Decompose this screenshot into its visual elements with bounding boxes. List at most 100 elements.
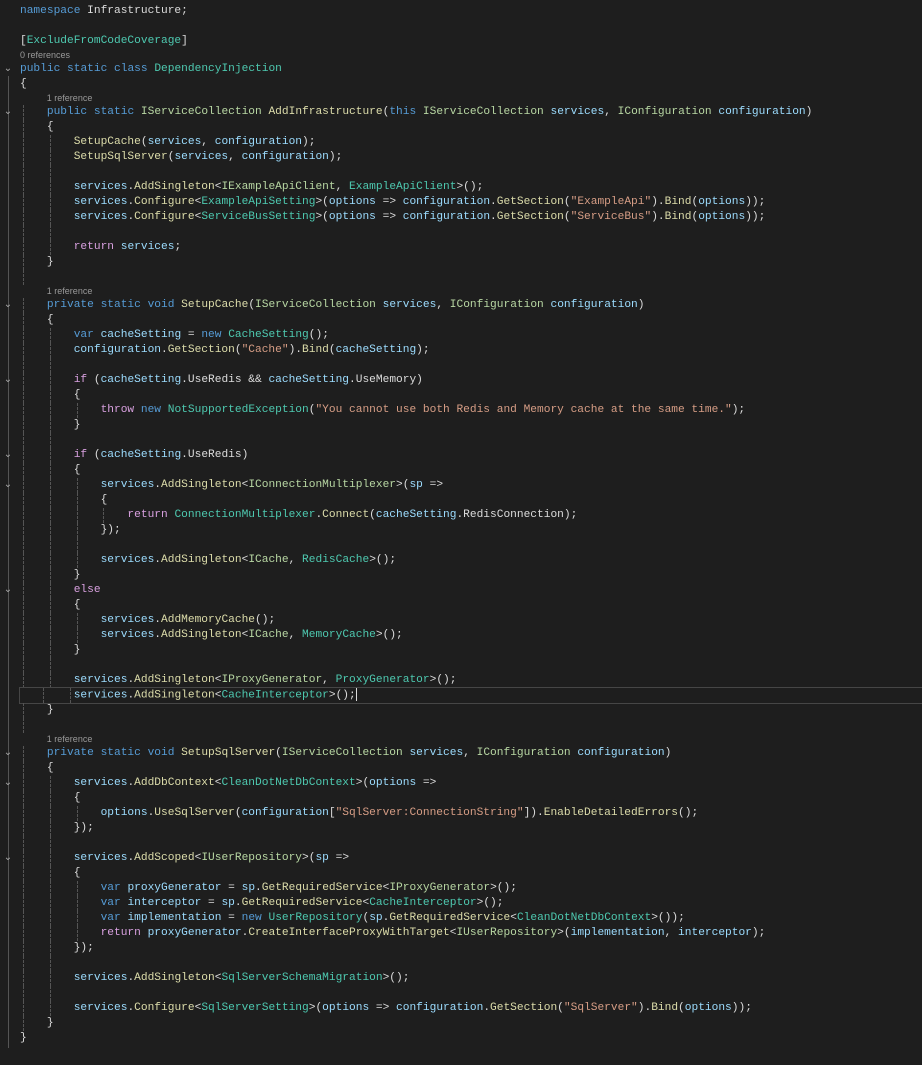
indent-guide <box>23 195 24 210</box>
code-token: sp <box>409 479 423 491</box>
code-token: options <box>328 196 376 208</box>
code-token: = <box>201 897 222 909</box>
code-token: IServiceCollection <box>255 299 376 311</box>
code-line: services.Configure<SqlServerSetting>(opt… <box>0 1001 922 1016</box>
codelens-references[interactable]: 0 references <box>0 49 922 62</box>
code-token: void <box>147 747 175 759</box>
indent-guide <box>49 210 51 225</box>
code-token: ); <box>416 344 430 356</box>
code-token: GetSection <box>496 211 564 223</box>
indent-guide <box>23 1016 24 1031</box>
code-token: services <box>174 151 229 163</box>
indent-guide <box>23 358 24 373</box>
indent-guide <box>23 986 24 1001</box>
code-token: ICache <box>248 554 289 566</box>
code-token: }); <box>20 524 121 536</box>
code-token: ExampleApiSetting <box>201 196 316 208</box>
code-token: . <box>154 554 162 566</box>
fold-chevron-icon[interactable]: ⌄ <box>2 478 14 493</box>
code-token: "ExampleApi" <box>570 196 652 208</box>
indent-guide <box>49 240 51 255</box>
code-token: }); <box>20 942 94 954</box>
indent-guide <box>76 613 78 628</box>
code-token: Configure <box>134 196 195 208</box>
indent-guide <box>23 523 24 538</box>
code-line: services.Configure<ServiceBusSetting>(op… <box>0 210 922 225</box>
indent-guide <box>23 761 24 776</box>
indent-guide <box>49 373 51 388</box>
code-token: .UseRedis) <box>181 449 249 461</box>
code-token: ( <box>234 807 242 819</box>
code-line: services.AddSingleton<SqlServerSchemaMig… <box>0 971 922 986</box>
fold-chevron-icon[interactable]: ⌄ <box>2 746 14 761</box>
indent-guide <box>49 836 51 851</box>
code-line: services.AddSingleton<IProxyGenerator, P… <box>0 673 922 688</box>
fold-chevron-icon[interactable]: ⌄ <box>2 776 14 791</box>
code-token: , <box>201 136 215 148</box>
code-line: { <box>0 598 922 613</box>
code-token: configuration <box>402 211 491 223</box>
code-token: IConfiguration <box>617 106 712 118</box>
code-token: , <box>335 181 350 193</box>
indent-guide <box>76 628 78 643</box>
indent-guide <box>76 538 78 553</box>
indent-guide <box>49 225 51 240</box>
indent-guide <box>23 255 24 270</box>
code-token: >(); <box>456 181 484 193</box>
indent-guide <box>49 508 51 523</box>
fold-chevron-icon[interactable]: ⌄ <box>2 851 14 866</box>
codelens-references[interactable]: 1 reference <box>0 733 922 746</box>
code-token: "You cannot use both Redis and Memory ca… <box>315 404 732 416</box>
code-token: = <box>221 882 242 894</box>
indent-guide <box>49 195 51 210</box>
code-line: services.AddSingleton<CacheInterceptor>(… <box>19 687 922 704</box>
code-token: options <box>698 211 746 223</box>
code-token: NotSupportedException <box>167 404 309 416</box>
code-editor[interactable]: namespace Infrastructure; [ExcludeFromCod… <box>0 4 922 1046</box>
code-token: IProxyGenerator <box>221 674 323 686</box>
indent-guide <box>49 881 51 896</box>
indent-guide <box>49 553 51 568</box>
code-token: services <box>100 629 155 641</box>
code-token: sp <box>369 912 383 924</box>
code-token: ). <box>651 211 665 223</box>
code-token: CacheSetting <box>228 329 309 341</box>
code-line: if (cacheSetting.UseRedis) ⌄ <box>0 448 922 463</box>
fold-chevron-icon[interactable]: ⌄ <box>2 448 14 463</box>
indent-guide <box>23 448 24 463</box>
code-token: "Cache" <box>241 344 289 356</box>
code-token: >(); <box>429 674 457 686</box>
codelens-references[interactable]: 1 reference <box>0 92 922 105</box>
code-line: }); <box>0 523 922 538</box>
indent-guide <box>23 613 24 628</box>
codelens-references[interactable]: 1 reference <box>0 285 922 298</box>
fold-chevron-icon[interactable]: ⌄ <box>2 62 14 77</box>
code-line: { <box>0 463 922 478</box>
fold-chevron-icon[interactable]: ⌄ <box>2 373 14 388</box>
code-token: CleanDotNetDbContext <box>221 777 356 789</box>
fold-chevron-icon[interactable]: ⌄ <box>2 298 14 313</box>
code-line: services.AddScoped<IUserRepository>(sp =… <box>0 851 922 866</box>
indent-guide <box>23 956 24 971</box>
code-token: cacheSetting <box>100 329 182 341</box>
code-line: namespace Infrastructure; <box>0 4 922 19</box>
code-token: ). <box>637 1002 652 1014</box>
code-token: => <box>328 852 350 864</box>
indent-guide <box>49 180 51 195</box>
indent-guide <box>23 628 24 643</box>
code-line: services.AddDbContext<CleanDotNetDbConte… <box>0 776 922 791</box>
code-token: AddInfrastructure <box>268 106 383 118</box>
code-line: var interceptor = sp.GetRequiredService<… <box>0 896 922 911</box>
fold-chevron-icon[interactable]: ⌄ <box>2 105 14 120</box>
code-line <box>0 165 922 180</box>
indent-guide <box>49 343 51 358</box>
code-token: static <box>67 63 108 75</box>
fold-chevron-icon[interactable]: ⌄ <box>2 583 14 598</box>
